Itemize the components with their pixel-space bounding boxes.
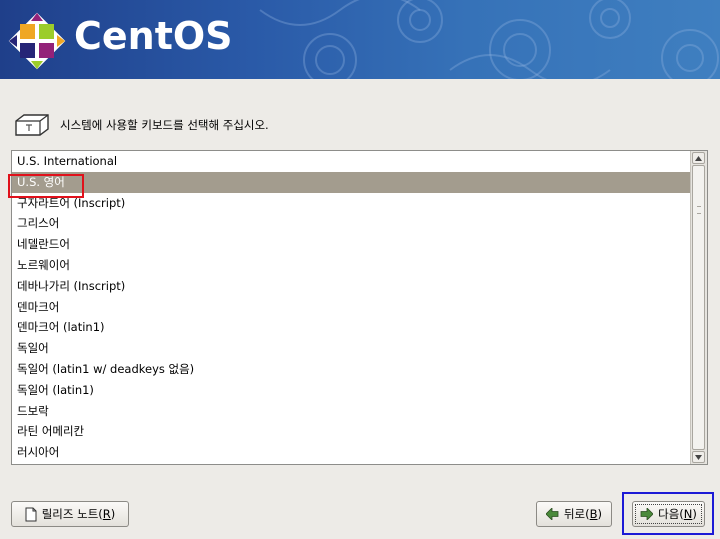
annotation-highlight-next [622, 492, 714, 535]
back-button[interactable]: 뒤로(B) [536, 501, 612, 527]
keyboard-list-item[interactable]: 그리스어 [12, 213, 691, 234]
keyboard-layout-list[interactable]: U.S. International U.S. 영어 구자라트어 (Inscript… [11, 150, 708, 465]
back-mnemonic: B [589, 507, 598, 521]
release-notes-label: 릴리즈 노트( [41, 507, 103, 521]
keyboard-key-icon [15, 114, 49, 136]
keyboard-list-item[interactable]: 노르웨이어 [12, 255, 691, 276]
document-icon [25, 507, 37, 522]
back-label: 뒤로( [563, 507, 590, 521]
arrow-down-icon [695, 454, 702, 460]
brand-name: CentOS [74, 14, 233, 58]
keyboard-list-item[interactable]: 드보락 [12, 401, 691, 422]
prompt-text: 시스템에 사용할 키보드를 선택해 주십시오. [60, 118, 269, 132]
release-notes-suffix: ) [110, 507, 116, 521]
release-notes-button[interactable]: 릴리즈 노트(R) [11, 501, 129, 527]
keyboard-list-item[interactable]: 라틴 어메리칸 [12, 421, 691, 442]
keyboard-list-item[interactable]: 덴마크어 (latin1) [12, 317, 691, 338]
keyboard-list-item[interactable]: 네델란드어 [12, 234, 691, 255]
keyboard-list-item[interactable]: 덴마크어 [12, 297, 691, 318]
annotation-highlight-selected [8, 174, 84, 198]
header-banner: CentOS [0, 0, 720, 79]
keyboard-list-item[interactable]: 독일어 (latin1 w/ deadkeys 없음) [12, 359, 691, 380]
list-scrollbar[interactable] [690, 151, 707, 464]
centos-logo-icon [8, 12, 66, 70]
scroll-down-button[interactable] [692, 451, 705, 463]
keyboard-list-item[interactable]: U.S. International [12, 151, 691, 172]
arrow-up-icon [695, 155, 702, 161]
scrollbar-thumb[interactable] [692, 165, 705, 450]
keyboard-list-item[interactable]: 독일어 (latin1) [12, 380, 691, 401]
keyboard-list-item[interactable]: 구자라트어 (Inscript) [12, 193, 691, 214]
scroll-up-button[interactable] [692, 152, 705, 164]
scrollbar-grip [697, 206, 701, 214]
keyboard-list-item[interactable]: 러시아어 [12, 442, 691, 463]
keyboard-prompt: 시스템에 사용할 키보드를 선택해 주십시오. [12, 112, 269, 138]
back-suffix: ) [597, 507, 603, 521]
arrow-left-icon [545, 508, 559, 520]
release-notes-mnemonic: R [102, 507, 111, 521]
keyboard-list-rows: U.S. International U.S. 영어 구자라트어 (Inscript… [12, 151, 691, 463]
keyboard-list-item[interactable]: 독일어 [12, 338, 691, 359]
keyboard-list-item[interactable]: U.S. 영어 [12, 171, 691, 193]
keyboard-list-item[interactable]: 데바나가리 (Inscript) [12, 276, 691, 297]
